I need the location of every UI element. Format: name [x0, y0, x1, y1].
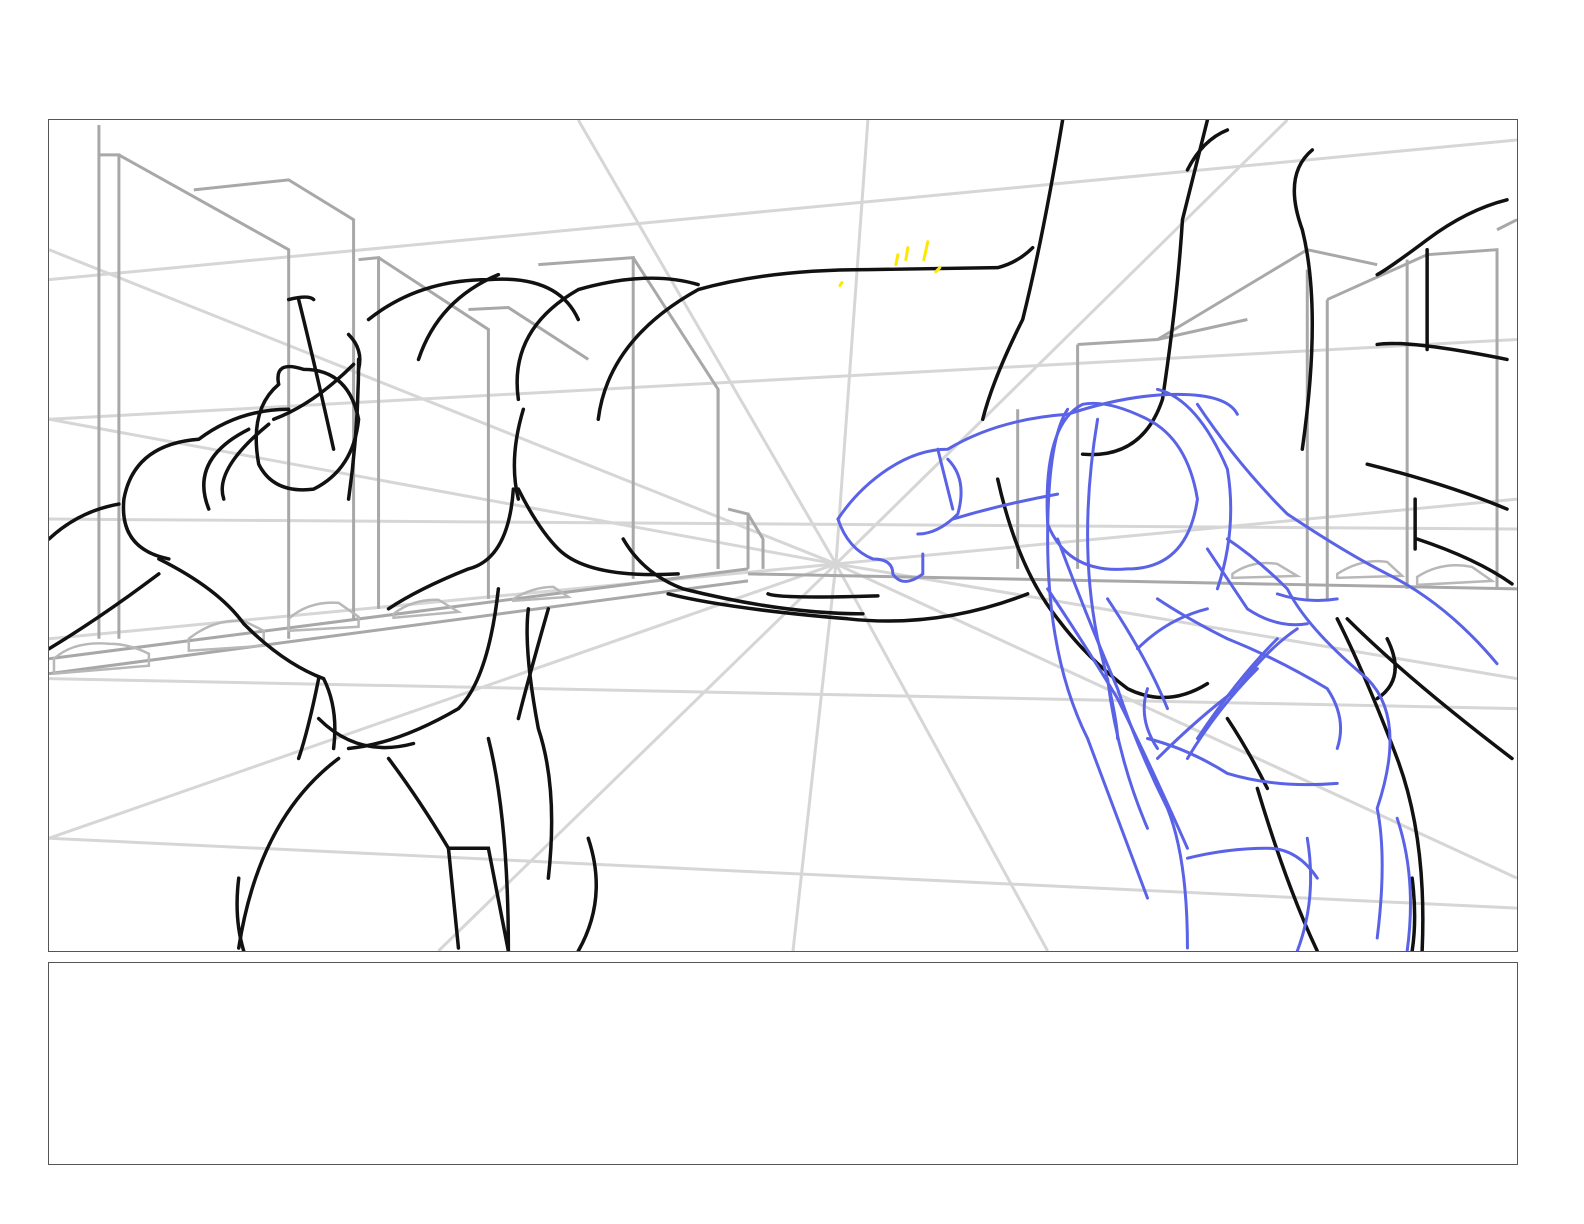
highlight-marks	[838, 240, 942, 288]
panel-notes-box[interactable]	[48, 962, 1518, 1165]
perspective-guides	[49, 120, 1517, 951]
brute-character	[49, 120, 1514, 951]
storyboard-sketch	[49, 120, 1517, 951]
storyboard-panel-frame	[48, 119, 1518, 952]
